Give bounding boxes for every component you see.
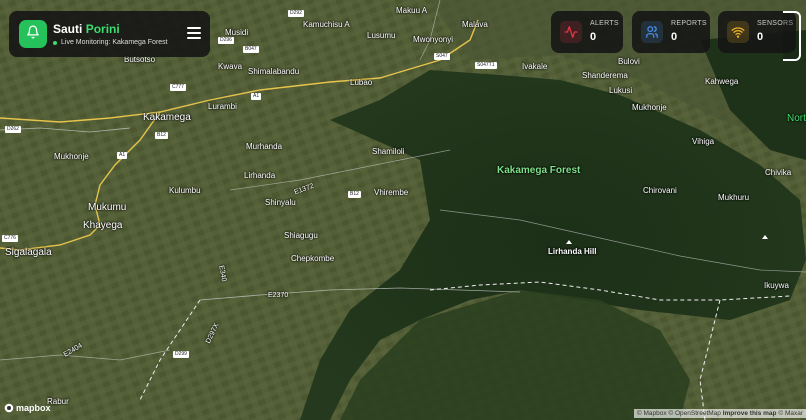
place-label: Mwonyonyi [413,35,454,44]
place-label: Vhirembe [374,188,409,197]
road-shield: B12 [155,132,168,139]
side-panel-toggle[interactable] [783,11,801,61]
place-label: Bulovi [618,57,640,66]
road-shield: B12 [348,191,361,198]
reports-card[interactable]: REPORTS 0 [632,11,710,53]
activity-icon [560,21,582,43]
place-label: Chivika [765,168,792,177]
place-label: Shiagugu [284,231,318,240]
app-title-part2: Porini [85,22,120,36]
place-label: Mukhonje [54,152,89,161]
bell-icon [26,25,40,44]
menu-icon-bar [187,37,201,39]
menu-icon-bar [187,27,201,29]
attribution-osm-link[interactable]: © OpenStreetMap [668,410,720,417]
place-label: Chirovani [643,186,677,195]
place-label: Nort [787,113,806,124]
map-attribution: © Mapbox © OpenStreetMap Improve this ma… [633,409,806,418]
live-status-text: Live Monitoring: Kakamega Forest [61,39,168,46]
place-label: Kakamega [143,112,191,123]
road-shield: A1 [251,93,262,100]
place-label: Mukumu [88,202,127,213]
reports-count: 0 [671,31,678,43]
place-label: Lusumu [367,31,396,40]
place-label: Vihiga [692,137,715,146]
brand-panel: Sauti Porini Live Monitoring: Kakamega F… [9,11,210,57]
place-label: Lukusi [609,86,633,95]
place-label: Ikuywa [764,281,789,290]
app-title-part1: Sauti [53,22,83,36]
attribution-maxar-link[interactable]: © Maxar [778,410,803,417]
road-shield: C776 [2,235,18,242]
alerts-label: ALERTS [590,20,619,27]
road-shield: D262 [5,126,21,133]
road-shield: A1 [117,152,128,159]
place-label: Makuu A [396,6,428,15]
place-label: Shanderema [582,71,628,80]
road-shield: C777 [170,84,186,91]
place-label: Chepkombe [291,254,335,263]
road-shield: B047 [243,46,259,53]
live-dot-icon [53,40,57,45]
users-icon [641,21,663,43]
mapbox-logo[interactable]: mapbox [4,403,51,413]
improve-map-link[interactable]: Improve this map [723,410,777,417]
place-label: Lurambi [208,102,237,111]
place-label: Sigalagala [5,247,52,258]
road-shield: D299 [173,351,189,358]
place-label: Musidi [225,28,249,37]
road-shield: D296 [218,37,234,44]
sensors-count: 0 [757,31,764,43]
place-label: Ivakale [522,62,548,71]
attribution-mapbox-link[interactable]: © Mapbox [637,410,667,417]
place-label: Lirhanda [244,171,276,180]
road-shield: S047 [434,53,450,60]
menu-button[interactable] [187,27,201,39]
place-label: Mukhuru [718,193,750,202]
place-label: Mukhonje [632,103,667,112]
place-label: Shamiloli [372,147,405,156]
app-title: Sauti Porini [53,22,120,36]
logo [19,20,47,48]
alerts-count: 0 [590,31,597,43]
reports-label: REPORTS [671,20,707,27]
mapbox-icon [4,403,14,413]
place-label: Kahwega [705,77,739,86]
peak-label: Lirhanda Hill [548,247,597,256]
place-label: Malava [462,20,488,29]
road-label: E2370 [268,292,289,299]
place-label: Shinyalu [265,198,296,207]
place-label: Murhanda [246,142,283,151]
place-label: Kwava [218,62,243,71]
road-shield: S047T1 [475,62,497,69]
place-label: Shimalabandu [248,67,300,76]
road-shield: D292 [288,10,304,17]
alerts-card[interactable]: ALERTS 0 [551,11,623,53]
place-label: Kamuchisu A [303,20,350,29]
place-label: Lubao [350,78,373,87]
menu-icon-bar [187,32,201,34]
place-label: Kulumbu [169,186,201,195]
live-status: Live Monitoring: Kakamega Forest [53,39,168,46]
wifi-icon [727,21,749,43]
mapbox-logo-text: mapbox [16,403,51,413]
forest-label: Kakamega Forest [497,165,581,176]
place-label: Khayega [83,220,123,231]
